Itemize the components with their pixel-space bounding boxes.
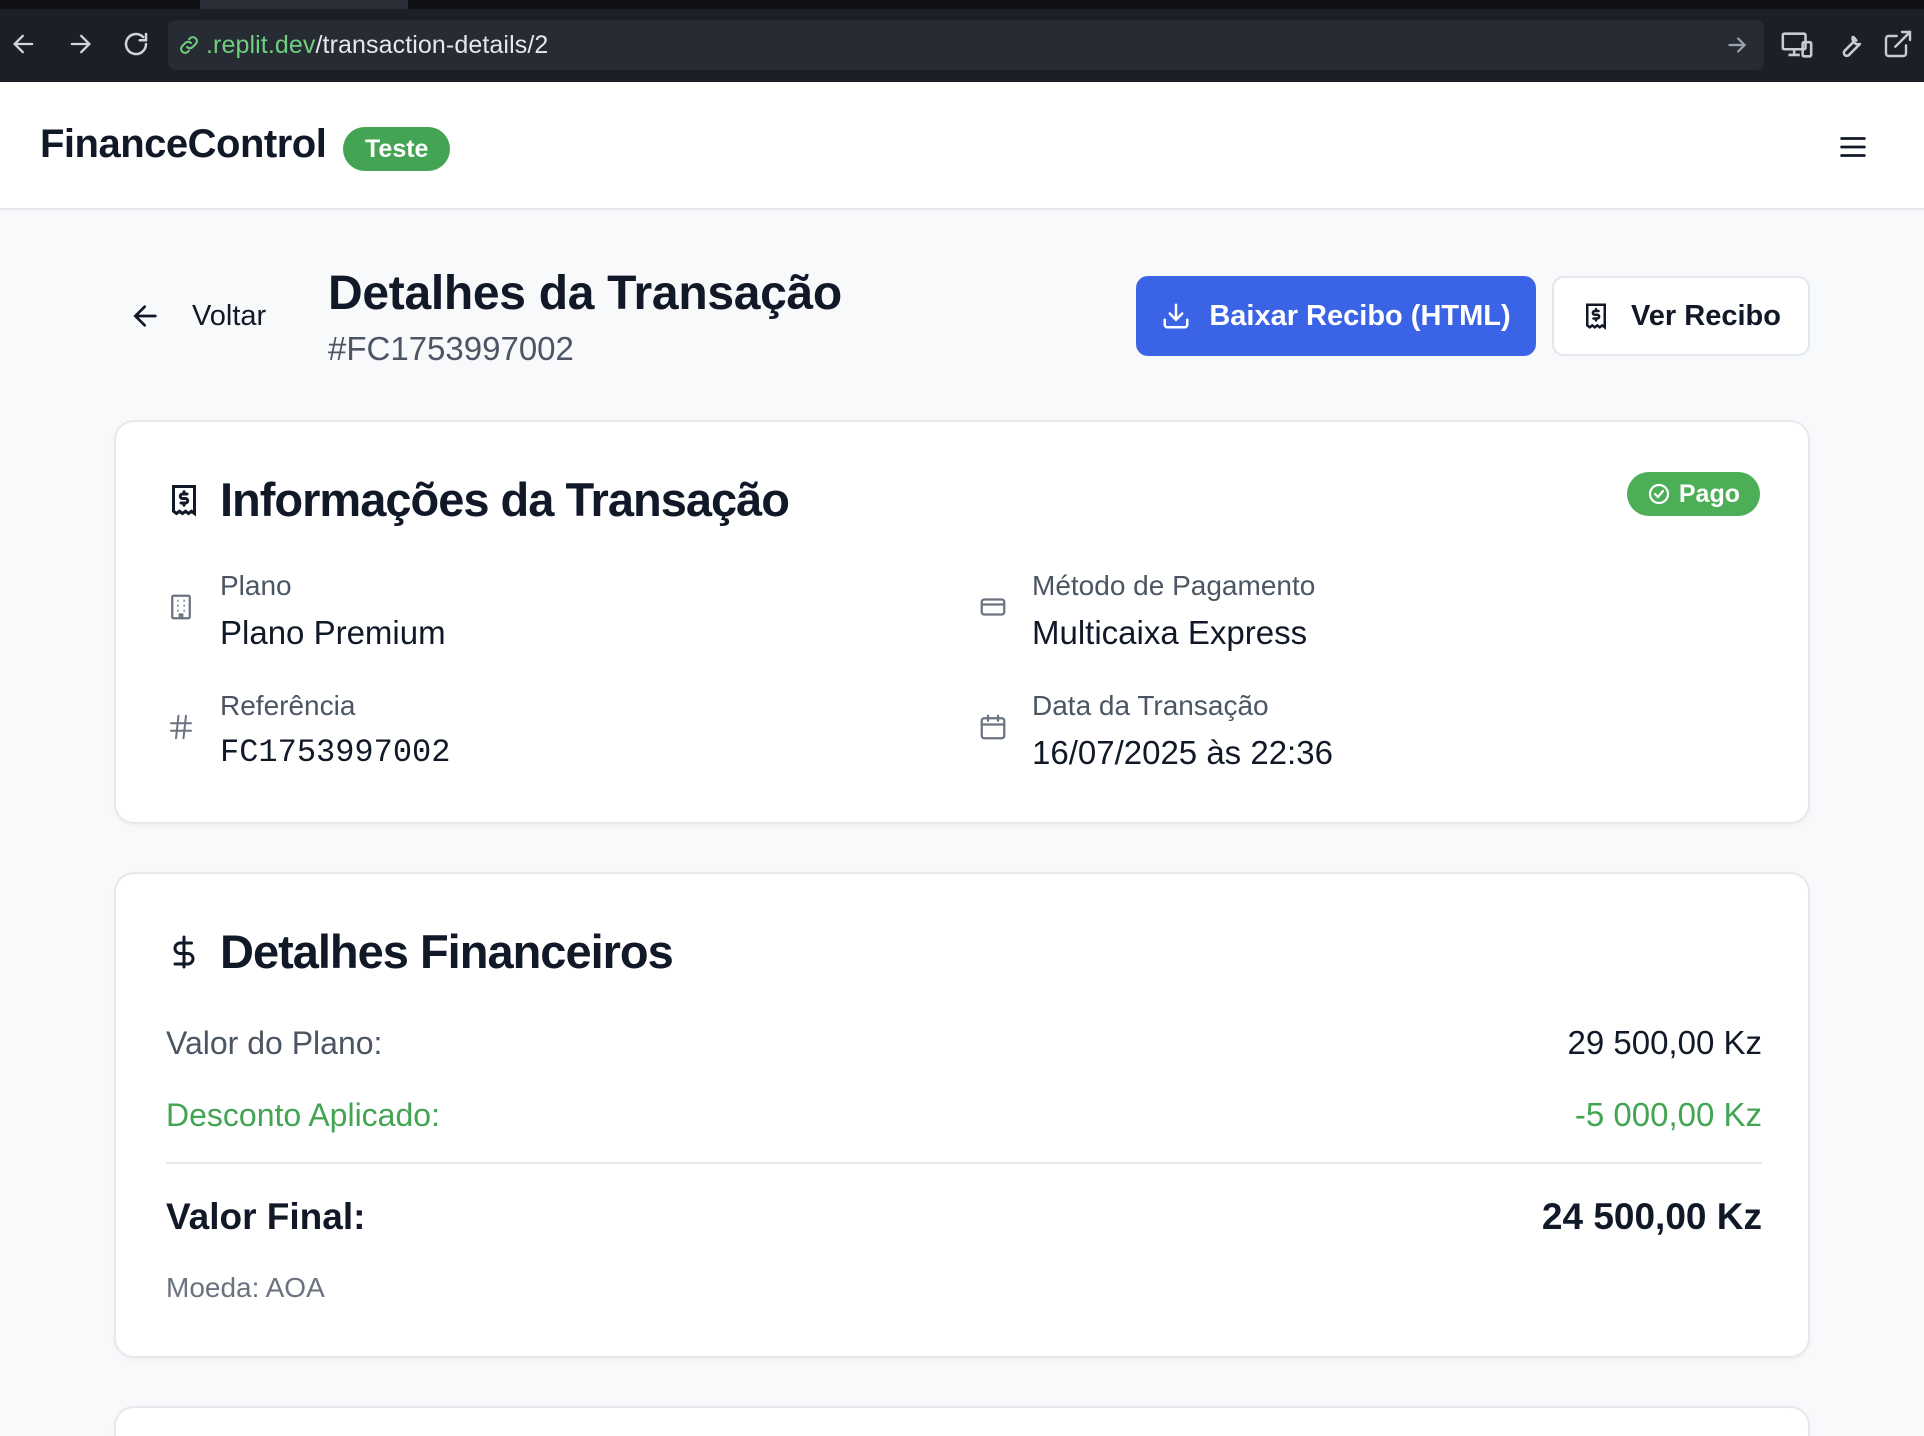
brand-logo[interactable]: FinanceControl [40, 122, 327, 167]
hash-icon [170, 714, 192, 740]
reference-field: Referência FC1753997002 [166, 690, 450, 771]
discount-amount: -5 000,00 Kz [1574, 1096, 1762, 1133]
reload-icon[interactable] [118, 26, 154, 62]
receipt-icon [172, 484, 196, 516]
transaction-date-label: Data da Transação [1032, 690, 1269, 721]
transaction-date-value: 16/07/2025 às 22:36 [1032, 734, 1333, 771]
url-path: /transaction-details/2 [315, 30, 549, 59]
download-receipt-label: Baixar Recibo (HTML) [1209, 299, 1511, 332]
discount-row: Desconto Aplicado: -5 000,00 Kz [166, 1096, 1762, 1134]
transaction-info-title: Informações da Transação [166, 472, 790, 527]
receipt-icon [1586, 303, 1607, 330]
transaction-date-field: Data da Transação 16/07/2025 às 22:36 [978, 690, 1333, 772]
link-icon [176, 32, 202, 58]
next-card [114, 1406, 1810, 1436]
credit-card-icon [980, 598, 1006, 616]
view-receipt-label: Ver Recibo [1631, 299, 1781, 332]
plan-value-label: Valor do Plano: [166, 1024, 383, 1061]
dollar-icon [173, 935, 195, 968]
address-bar[interactable]: .replit.dev/transaction-details/2 [168, 20, 1764, 70]
building-icon [171, 594, 191, 620]
status-badge: Pago [1626, 472, 1760, 516]
financial-details-title: Detalhes Financeiros [166, 924, 674, 979]
final-value-row: Valor Final: 24 500,00 Kz [166, 1196, 1762, 1238]
devices-icon[interactable] [1780, 28, 1814, 62]
back-button-label: Voltar [192, 299, 267, 332]
hamburger-menu-icon[interactable] [1836, 130, 1870, 164]
page-title: Detalhes da Transação [328, 267, 842, 320]
browser-toolbar: .replit.dev/transaction-details/2 [0, 0, 1924, 82]
check-circle-icon [1648, 483, 1669, 505]
app-header: FinanceControl Teste [0, 82, 1924, 210]
download-icon [1163, 303, 1189, 329]
financial-details-title-text: Detalhes Financeiros [220, 925, 674, 978]
divider [166, 1162, 1762, 1164]
view-receipt-button[interactable]: Ver Recibo [1552, 276, 1810, 356]
plan-field: Plano Plano Premium [166, 570, 446, 652]
reference-value: FC1753997002 [220, 734, 451, 771]
calendar-icon [980, 714, 1006, 740]
url-domain: .replit.dev [206, 30, 316, 59]
forward-icon[interactable] [62, 26, 98, 62]
back-icon[interactable] [6, 26, 42, 62]
environment-badge: Teste [343, 127, 451, 171]
transaction-info-title-text: Informações da Transação [220, 473, 790, 526]
final-value-label: Valor Final: [166, 1196, 366, 1237]
reference-label: Referência [220, 690, 356, 721]
open-external-icon[interactable] [1882, 28, 1916, 62]
tab-strip-segment [200, 0, 408, 9]
tab-strip [0, 0, 1924, 9]
payment-method-field: Método de Pagamento Multicaixa Express [978, 570, 1315, 652]
transaction-info-card: Informações da Transação Pago Plano Plan… [114, 420, 1810, 824]
discount-label: Desconto Aplicado: [166, 1096, 440, 1133]
url-text: .replit.dev/transaction-details/2 [206, 31, 548, 60]
arrow-left-icon [133, 305, 157, 327]
final-value-amount: 24 500,00 Kz [1541, 1196, 1762, 1237]
financial-details-card: Detalhes Financeiros Valor do Plano: 29 … [114, 872, 1810, 1358]
plan-label: Plano [220, 570, 292, 601]
back-button[interactable]: Voltar [130, 292, 266, 340]
go-arrow-icon[interactable] [1724, 32, 1750, 58]
status-badge-text: Pago [1678, 479, 1740, 508]
transaction-id: #FC1753997002 [328, 330, 574, 367]
payment-method-value: Multicaixa Express [1032, 614, 1308, 651]
plan-value-row: Valor do Plano: 29 500,00 Kz [166, 1024, 1762, 1062]
wrench-icon[interactable] [1832, 28, 1866, 62]
currency-note: Moeda: AOA [166, 1272, 325, 1303]
download-receipt-button[interactable]: Baixar Recibo (HTML) [1136, 276, 1536, 356]
plan-value: Plano Premium [220, 614, 446, 651]
payment-method-label: Método de Pagamento [1032, 570, 1316, 601]
plan-value-amount: 29 500,00 Kz [1567, 1024, 1763, 1061]
